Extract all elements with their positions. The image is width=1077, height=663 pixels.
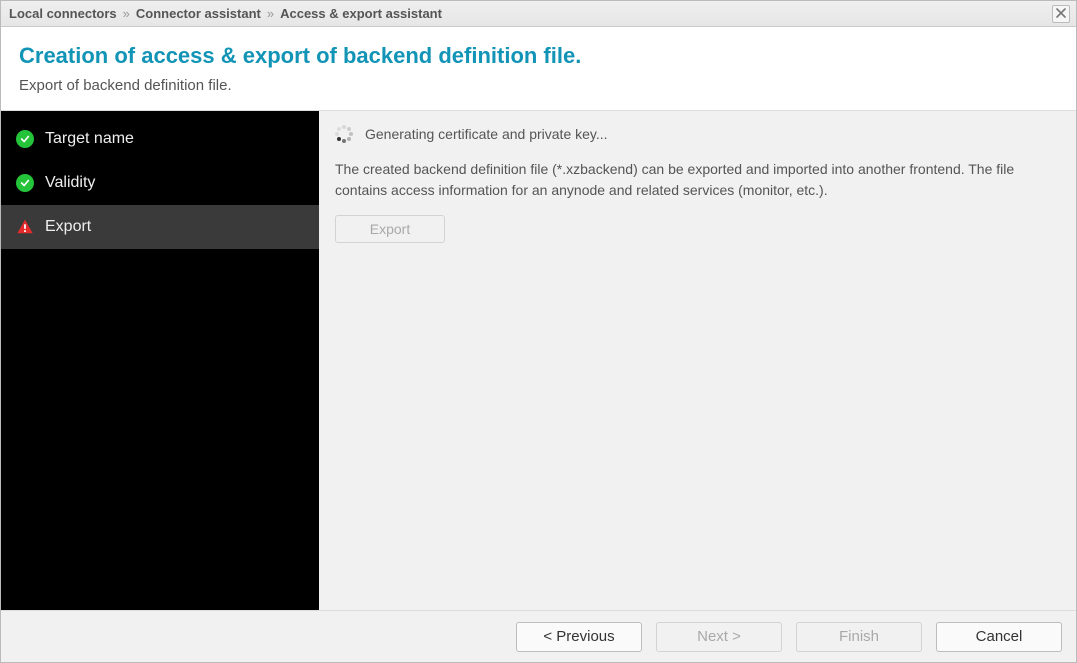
cancel-button[interactable]: Cancel bbox=[936, 622, 1062, 652]
status-message: Generating certificate and private key..… bbox=[365, 126, 608, 142]
breadcrumb: Local connectors » Connector assistant »… bbox=[9, 6, 1052, 21]
wizard-footer: < Previous Next > Finish Cancel bbox=[1, 610, 1076, 662]
breadcrumb-item[interactable]: Local connectors bbox=[9, 6, 117, 21]
page-subtitle: Export of backend definition file. bbox=[19, 77, 1058, 94]
close-button[interactable] bbox=[1052, 5, 1070, 23]
breadcrumb-item[interactable]: Access & export assistant bbox=[280, 6, 442, 21]
spinner-icon bbox=[335, 125, 353, 143]
next-button[interactable]: Next > bbox=[656, 622, 782, 652]
step-target-name[interactable]: Target name bbox=[1, 117, 319, 161]
titlebar: Local connectors » Connector assistant »… bbox=[1, 1, 1076, 27]
warning-icon bbox=[15, 218, 35, 236]
status-row: Generating certificate and private key..… bbox=[335, 125, 1060, 143]
previous-button[interactable]: < Previous bbox=[516, 622, 642, 652]
step-label: Export bbox=[45, 218, 91, 236]
step-label: Validity bbox=[45, 174, 95, 192]
check-icon bbox=[15, 173, 35, 193]
step-export[interactable]: Export bbox=[1, 205, 319, 249]
step-label: Target name bbox=[45, 130, 134, 148]
close-icon bbox=[1056, 7, 1066, 20]
page-title: Creation of access & export of backend d… bbox=[19, 43, 1058, 69]
step-validity[interactable]: Validity bbox=[1, 161, 319, 205]
breadcrumb-separator: » bbox=[123, 6, 130, 21]
export-button[interactable]: Export bbox=[335, 215, 445, 243]
wizard-window: Local connectors » Connector assistant »… bbox=[0, 0, 1077, 663]
description-text: The created backend definition file (*.x… bbox=[335, 159, 1060, 201]
check-icon bbox=[15, 129, 35, 149]
breadcrumb-item[interactable]: Connector assistant bbox=[136, 6, 261, 21]
wizard-main: Generating certificate and private key..… bbox=[319, 111, 1076, 610]
wizard-sidebar: Target name Validity Export bbox=[1, 111, 319, 610]
breadcrumb-separator: » bbox=[267, 6, 274, 21]
finish-button[interactable]: Finish bbox=[796, 622, 922, 652]
wizard-header: Creation of access & export of backend d… bbox=[1, 27, 1076, 111]
wizard-body: Target name Validity Export Generati bbox=[1, 111, 1076, 610]
